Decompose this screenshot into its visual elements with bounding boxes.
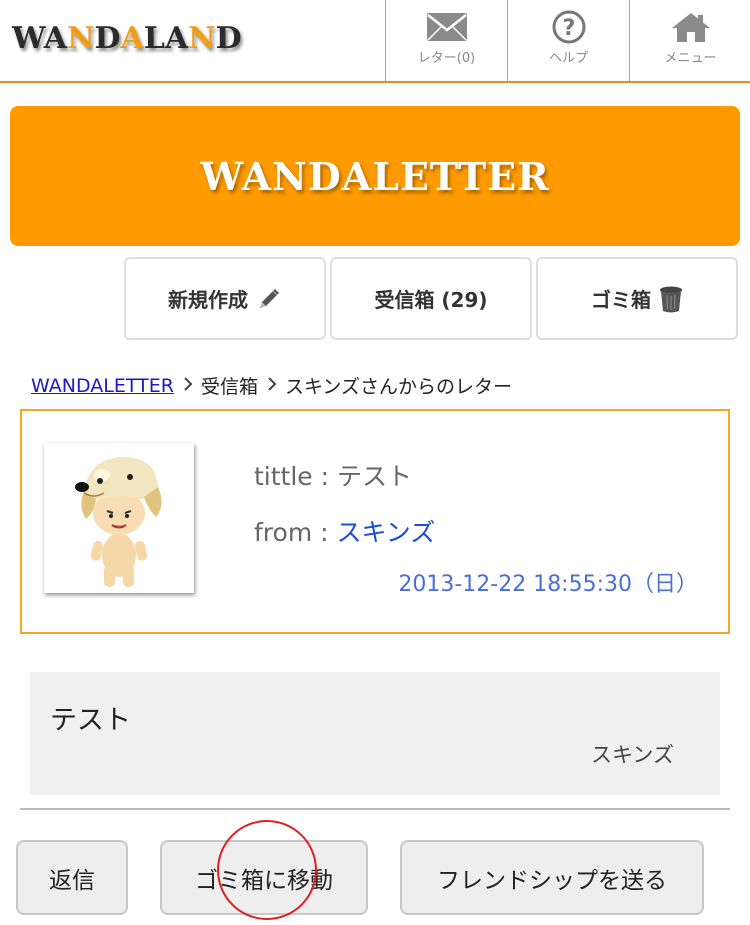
letter-date: 2013-12-22 18:55:30（日） [398, 572, 698, 597]
inbox-label: 受信箱 (29) [374, 288, 488, 312]
nav-menu-button[interactable]: メニュー [629, 0, 750, 81]
move-to-trash-label: ゴミ箱に移動 [195, 867, 333, 894]
send-friendship-button[interactable]: フレンドシップを送る [400, 840, 704, 915]
letter-from-row: from : スキンズ [254, 513, 435, 549]
breadcrumb: WANDALETTER 受信箱 スキンズさんからのレター [31, 372, 512, 399]
question-icon: ? [547, 10, 591, 44]
trash-button[interactable]: ゴミ箱 [536, 257, 738, 340]
send-friendship-label: フレンドシップを送る [437, 867, 667, 894]
pencil-icon [256, 286, 282, 312]
breadcrumb-root-link[interactable]: WANDALETTER [31, 375, 174, 397]
trash-label: ゴミ箱 [591, 288, 651, 312]
nav-letter-label: レター(0) [417, 51, 476, 66]
chevron-right-icon [183, 375, 193, 397]
reply-label: 返信 [49, 867, 95, 894]
message-body: テスト スキンズ [30, 672, 720, 795]
breadcrumb-inbox: 受信箱 [200, 376, 258, 398]
trash-can-icon [659, 285, 683, 313]
nav-menu-label: メニュー [664, 51, 717, 66]
home-icon [669, 10, 713, 44]
sender-avatar[interactable] [44, 443, 194, 593]
message-signature: スキンズ [591, 743, 674, 767]
envelope-icon [425, 10, 469, 44]
from-label: from : [254, 518, 337, 547]
dog-avatar-icon [75, 457, 162, 587]
compose-label: 新規作成 [168, 288, 248, 312]
chevron-right-icon [267, 375, 277, 397]
header: WA N D A LA N D レター(0) ? ヘルプ メニュー [0, 0, 750, 83]
letter-title: テスト [337, 462, 413, 491]
move-to-trash-button[interactable]: ゴミ箱に移動 [160, 840, 368, 915]
wandaletter-banner: WANDALETTER [10, 106, 740, 246]
sender-link[interactable]: スキンズ [337, 518, 436, 547]
reply-button[interactable]: 返信 [16, 840, 128, 915]
banner-title: WANDALETTER [200, 153, 550, 199]
svg-text:?: ? [562, 16, 575, 41]
nav-help-button[interactable]: ? ヘルプ [507, 0, 629, 81]
letter-header-card: tittle : テスト from : スキンズ 2013-12-22 18:5… [20, 409, 730, 634]
title-label: tittle : [254, 462, 337, 491]
inbox-button[interactable]: 受信箱 (29) [330, 257, 532, 340]
message-text: テスト [50, 705, 131, 736]
nav-letter-button[interactable]: レター(0) [385, 0, 507, 81]
breadcrumb-current: スキンズさんからのレター [284, 376, 513, 398]
nav-help-label: ヘルプ [548, 51, 588, 66]
wandaland-logo[interactable]: WA N D A LA N D [12, 18, 242, 58]
divider [20, 808, 730, 810]
compose-button[interactable]: 新規作成 [124, 257, 326, 340]
letter-title-row: tittle : テスト [254, 457, 412, 493]
